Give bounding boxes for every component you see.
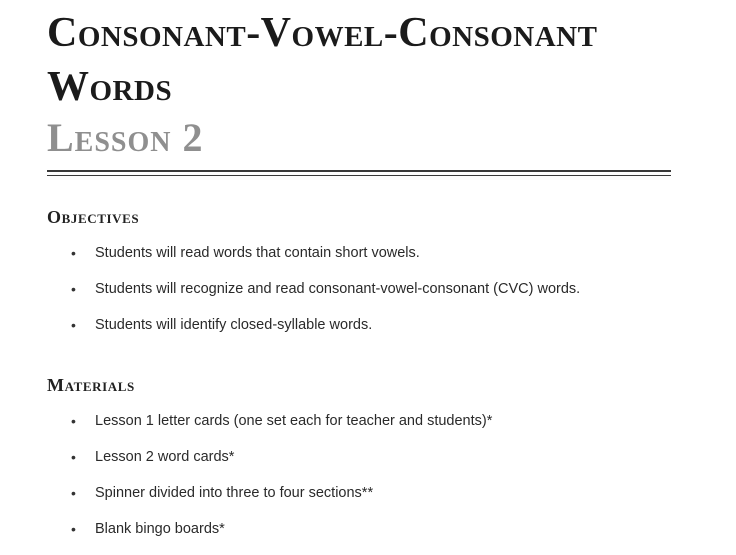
bullet-icon: • — [71, 449, 76, 465]
page-title: Consonant-Vowel-Consonant Words — [47, 10, 598, 110]
bullet-icon: • — [71, 413, 76, 429]
list-item: • Students will recognize and read conso… — [0, 279, 736, 315]
material-text: Blank bingo boards* — [95, 521, 225, 537]
objective-text: Students will read words that contain sh… — [95, 245, 420, 261]
bullet-icon: • — [71, 485, 76, 501]
materials-list: • Lesson 1 letter cards (one set each fo… — [0, 411, 736, 555]
bullet-icon: • — [71, 317, 76, 333]
bullet-icon: • — [71, 245, 76, 261]
materials-heading: Materials — [47, 375, 135, 395]
bullet-icon: • — [71, 281, 76, 297]
objective-text: Students will recognize and read consona… — [95, 281, 581, 297]
title-divider-thin — [47, 175, 671, 176]
objectives-heading: Objectives — [47, 207, 140, 227]
material-text: Lesson 2 word cards* — [95, 449, 235, 465]
objective-text: Students will identify closed-syllable w… — [95, 317, 373, 333]
material-text: Lesson 1 letter cards (one set each for … — [95, 413, 493, 429]
list-item: • Spinner divided into three to four sec… — [0, 483, 736, 519]
title-divider-thick — [47, 170, 671, 172]
list-item: • Lesson 1 letter cards (one set each fo… — [0, 411, 736, 447]
bullet-icon: • — [71, 521, 76, 537]
lesson-subtitle: Lesson 2 — [47, 115, 204, 160]
list-item: • Students will identify closed-syllable… — [0, 315, 736, 351]
list-item: • Lesson 2 word cards* — [0, 447, 736, 483]
list-item: • Students will read words that contain … — [0, 243, 736, 279]
lesson-page: Consonant-Vowel-Consonant Words Lesson 2… — [0, 0, 736, 548]
objectives-list: • Students will read words that contain … — [0, 243, 736, 351]
list-item: • Blank bingo boards* — [0, 519, 736, 555]
material-text: Spinner divided into three to four secti… — [95, 485, 374, 501]
